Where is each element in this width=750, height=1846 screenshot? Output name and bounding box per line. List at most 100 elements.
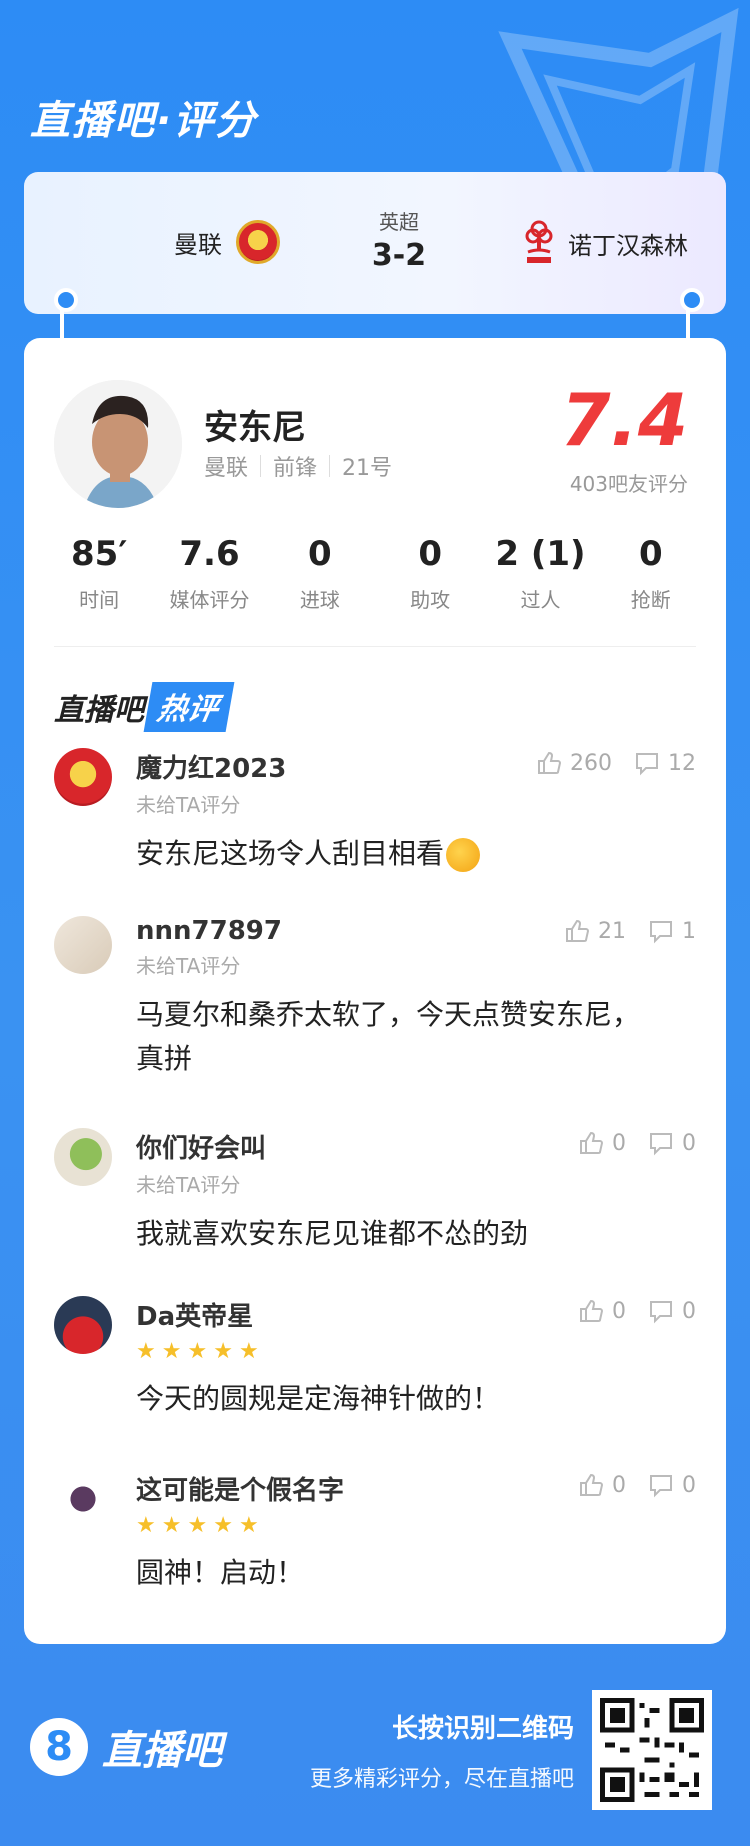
stat-label: 媒体评分	[169, 588, 250, 612]
comment-text: 马夏尔和桑乔太软了，今天点赞安东尼，真拼	[136, 998, 641, 1075]
thumbs-up-icon	[580, 1131, 604, 1154]
comment-username[interactable]: Da英帝星	[136, 1296, 253, 1333]
star-icon: ★	[213, 1339, 233, 1364]
footer-logo: 8 直播吧	[30, 1718, 222, 1776]
match-card[interactable]: 曼联 英超 3-2 诺丁汉森林	[24, 172, 726, 314]
stat-label: 过人	[520, 588, 561, 612]
comment-actions: 0 0	[578, 1470, 696, 1498]
star-rating: ★ ★ ★ ★ ★	[136, 1341, 696, 1363]
meta-divider	[260, 455, 262, 477]
comment-text: 安东尼这场令人刮目相看	[136, 832, 696, 876]
comment-rating-status: 未给TA评分	[136, 793, 241, 817]
reply-count: 12	[668, 750, 696, 776]
league-name: 英超	[379, 210, 419, 234]
comment-bubble-icon	[650, 1301, 672, 1324]
comment-bubble-icon	[650, 921, 672, 944]
meta-divider	[329, 455, 331, 477]
hot-comments-title: 直播吧 热评	[54, 682, 235, 732]
stat-assists: 0 助攻	[375, 534, 485, 613]
player-photo-icon	[54, 380, 182, 508]
like-button[interactable]: 21	[564, 918, 626, 944]
zhibo8-logo-icon: 8	[30, 1718, 88, 1776]
comment-actions: 21 1	[564, 916, 696, 944]
home-team-name: 曼联	[174, 230, 222, 259]
reply-button[interactable]: 12	[634, 750, 696, 776]
comment-item: 你们好会叫 0 0 未给TA评分 我就喜欢安东尼见谁都不怂的劲	[24, 1128, 726, 1256]
comment-actions: 260 12	[536, 748, 696, 776]
comment-item: 这可能是个假名字 0 0 ★ ★ ★ ★ ★ 圆神！启动！	[24, 1470, 726, 1595]
stat-label: 抢断	[630, 588, 671, 612]
comment-rating-status: 未给TA评分	[136, 954, 241, 978]
like-count: 0	[612, 1472, 626, 1498]
player-avatar[interactable]	[54, 380, 182, 508]
comment-text: 圆神！启动！	[136, 1556, 305, 1589]
comment-avatar[interactable]	[54, 916, 112, 974]
star-rating: ★ ★ ★ ★ ★	[136, 1515, 696, 1537]
stat-goals: 0 进球	[265, 534, 375, 613]
footer-qr-hint: 长按识别二维码 更多精彩评分，尽在直播吧	[310, 1708, 574, 1793]
thumbs-up-icon	[538, 751, 562, 774]
rating-count: 403吧友评分	[569, 472, 688, 496]
like-count: 0	[612, 1130, 626, 1156]
star-icon: ★	[238, 1513, 259, 1538]
stat-value: 7.6	[179, 534, 240, 574]
comment-username[interactable]: nnn77897	[136, 916, 282, 946]
stat-value: 85′	[71, 534, 128, 574]
stat-media-rating: 7.6 媒体评分	[154, 534, 264, 613]
star-icon: ★	[161, 1513, 182, 1538]
thumbs-up-icon	[566, 919, 590, 942]
like-button[interactable]: 0	[578, 1472, 626, 1498]
comment-item: nnn77897 21 1 未给TA评分 马夏尔和桑乔太软了，今天点赞安东尼，真…	[24, 916, 726, 1081]
match-score: 3-2	[371, 238, 427, 273]
comment-username[interactable]: 你们好会叫	[136, 1128, 266, 1165]
qr-code[interactable]	[592, 1690, 712, 1810]
comment-username[interactable]: 魔力红2023	[136, 748, 286, 785]
reply-button[interactable]: 0	[648, 1472, 696, 1498]
comment-item: Da英帝星 0 0 ★ ★ ★ ★ ★ 今天的圆规是定海神针做的！	[24, 1296, 726, 1421]
section-divider	[54, 646, 696, 647]
comment-text: 我就喜欢安东尼见谁都不怂的劲	[136, 1217, 529, 1250]
player-number: 21号	[342, 456, 393, 481]
like-count: 21	[598, 918, 626, 944]
comment-header: 你们好会叫 0 0	[136, 1128, 696, 1165]
like-button[interactable]: 0	[578, 1130, 626, 1156]
qr-hint-line2: 更多精彩评分，尽在直播吧	[309, 1767, 574, 1792]
comment-bubble-icon	[650, 1475, 672, 1498]
comment-header: 魔力红2023 260 12	[136, 748, 696, 785]
reply-button[interactable]: 0	[648, 1298, 696, 1324]
comment-avatar[interactable]	[54, 1128, 112, 1186]
like-count: 0	[612, 1298, 626, 1324]
comment-header: 这可能是个假名字 0 0	[136, 1470, 696, 1507]
player-meta: 曼联 前锋 21号	[204, 450, 392, 482]
qr-code-icon	[600, 1698, 704, 1802]
like-button[interactable]: 0	[578, 1298, 626, 1324]
stat-tackles: 0 抢断	[596, 534, 706, 613]
player-stats: 85′ 时间 7.6 媒体评分 0 进球 0 助攻 2 (1) 过人 0 抢断	[44, 534, 706, 613]
comment-avatar[interactable]	[54, 1296, 112, 1354]
star-icon: ★	[161, 1339, 182, 1364]
like-button[interactable]: 260	[536, 750, 612, 776]
star-icon: ★	[136, 1339, 156, 1364]
reply-button[interactable]: 0	[648, 1130, 696, 1156]
player-rating-score: 7.4	[560, 378, 688, 462]
player-team: 曼联	[204, 456, 249, 481]
player-name: 安东尼	[204, 408, 306, 448]
thinking-face-emoji-icon	[446, 838, 481, 872]
comment-item: 魔力红2023 260 12 未给TA评分 安东尼这场令人刮目相看	[24, 748, 726, 876]
stat-label: 助攻	[410, 588, 451, 612]
reply-button[interactable]: 1	[648, 918, 696, 944]
comment-avatar[interactable]	[54, 1470, 112, 1528]
away-team: 诺丁汉森林	[524, 220, 688, 266]
star-icon: ★	[187, 1513, 208, 1538]
comment-bubble-icon	[650, 1133, 672, 1156]
reply-count: 0	[682, 1298, 696, 1324]
comment-username[interactable]: 这可能是个假名字	[136, 1470, 344, 1507]
hot-title-tag: 热评	[143, 682, 235, 732]
reply-count: 0	[682, 1472, 696, 1498]
footer-brand-name: 直播吧	[102, 1728, 222, 1774]
star-icon: ★	[136, 1513, 156, 1538]
comment-text-content: 安东尼这场令人刮目相看	[136, 837, 445, 870]
comment-avatar[interactable]	[54, 748, 112, 806]
comment-actions: 0 0	[578, 1296, 696, 1324]
stat-label: 进球	[299, 588, 340, 612]
